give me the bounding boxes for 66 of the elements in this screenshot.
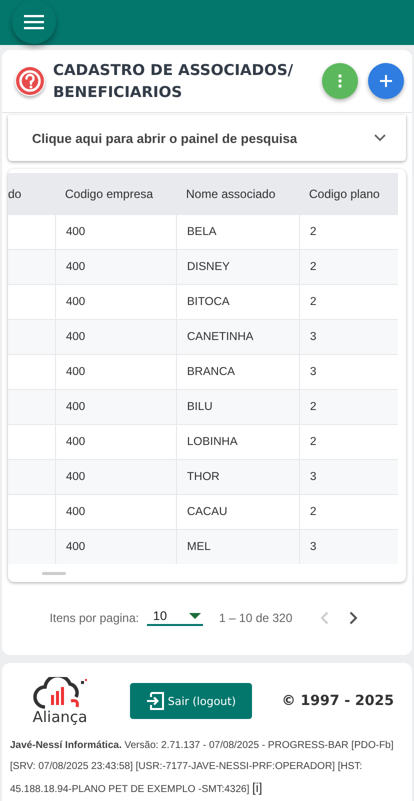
menu-icon [24,14,44,30]
table-cell: CANETINHA [176,319,299,354]
table-cell: 3 [299,354,398,389]
chevron-right-icon [349,610,358,624]
more-button[interactable] [322,63,358,99]
copyright-text: © 1997 - 2025 [282,693,394,709]
table-cell: BELA [176,214,299,249]
table-cell [8,249,55,284]
table-cell: 2 [299,284,398,319]
page-size-select[interactable]: 10 [147,609,203,626]
dropdown-icon [189,613,201,619]
exit-icon [146,692,164,710]
logo-text: Aliança [32,709,88,725]
table-cell [8,424,55,459]
table-cell [8,319,55,354]
add-button[interactable] [368,63,404,99]
table-cell: 400 [55,494,176,529]
info-link[interactable]: [i] [252,780,262,795]
table-cell: 3 [299,529,398,564]
cloud-chart-icon [31,677,89,709]
table-cell: THOR [176,459,299,494]
plus-icon [380,75,392,87]
help-icon[interactable] [15,66,45,96]
table-cell [8,389,55,424]
table-cell: 2 [299,249,398,284]
table-cell: 400 [55,319,176,354]
table-cell: 400 [55,424,176,459]
table-cell: MEL [176,529,299,564]
version-info: Javé-Nessí Informática. Versão: 2.71.137 - 07/08/2025 - PROGRESS-BAR [PDO-Fb] [SRV: 07/08/2025 23:43:58] [USR:-7177-JAVE-NESSI-PRF:OPERADOR] [HST: 45.188.18.94-PLANO PET DE EXEMPLO -SMT:4326] [i] [10,739,395,797]
page-title: CADASTRO DE ASSOCIADOS/ BENEFICIARIOS [52,60,294,103]
table-cell: BRANCA [176,354,299,389]
table-cell: DISNEY [176,249,299,284]
table-cell: 400 [55,389,176,424]
table-cell [8,214,55,249]
table-cell: LOBINHA [176,424,299,459]
table-cell: 2 [299,494,398,529]
table-cell [8,284,55,319]
search-panel[interactable]: Clique aqui para abrir o painel de pesquisa [8,115,406,161]
table-cell [8,459,55,494]
column-header: Codigo plano [299,173,398,214]
logout-button[interactable]: Sair (logout) [130,683,252,719]
table-cell [8,529,55,564]
table-cell [8,494,55,529]
table-cell: 400 [55,529,176,564]
column-header: do [8,173,55,214]
page-range: 1 – 10 de 320 [219,610,292,624]
table-cell: CACAU [176,494,299,529]
table-cell: 2 [299,214,398,249]
table-cell: 2 [299,424,398,459]
table-cell: BITOCA [176,284,299,319]
table-cell: 3 [299,459,398,494]
table-cell: 400 [55,249,176,284]
column-header: Nome associado [176,173,299,214]
table-cell: 3 [299,319,398,354]
more-icon [338,74,342,88]
table-cell: 2 [299,389,398,424]
table-cell: 400 [55,284,176,319]
column-header: Codigo empresa [55,173,176,214]
table-cell: 400 [55,214,176,249]
chevron-left-icon [320,610,330,624]
table-cell: BILU [176,389,299,424]
table-cell [8,354,55,389]
table-cell: 400 [55,459,176,494]
chevron-icon [374,134,386,142]
page-size-label: Itens por pagina: [50,610,139,624]
table-cell: 400 [55,354,176,389]
